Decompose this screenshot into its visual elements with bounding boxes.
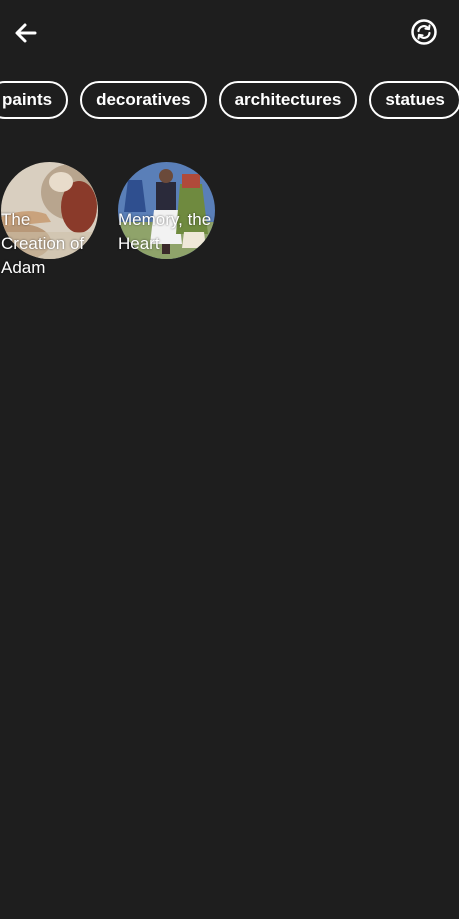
- chip-statues[interactable]: statues: [369, 81, 459, 119]
- chip-architectures[interactable]: architectures: [218, 81, 358, 119]
- artwork-title: The Creation of Adam: [1, 210, 85, 277]
- back-button[interactable]: [10, 17, 42, 49]
- arrow-left-icon: [15, 23, 37, 43]
- chip-paints[interactable]: paints: [0, 81, 69, 119]
- artwork-item-creation-of-adam[interactable]: The Creation of Adam: [1, 162, 98, 277]
- sync-button[interactable]: [408, 16, 440, 48]
- app-screen: paints decoratives architectures statues…: [0, 0, 459, 919]
- category-chips: paints decoratives architectures statues: [0, 81, 459, 119]
- sync-circle-icon: [411, 19, 437, 45]
- artwork-title: Memory, the Heart: [118, 210, 212, 253]
- chip-decoratives[interactable]: decoratives: [80, 81, 207, 119]
- artwork-grid: The Creation of Adam Memory, the Heart: [1, 162, 215, 277]
- artwork-item-memory-the-heart[interactable]: Memory, the Heart: [118, 162, 215, 259]
